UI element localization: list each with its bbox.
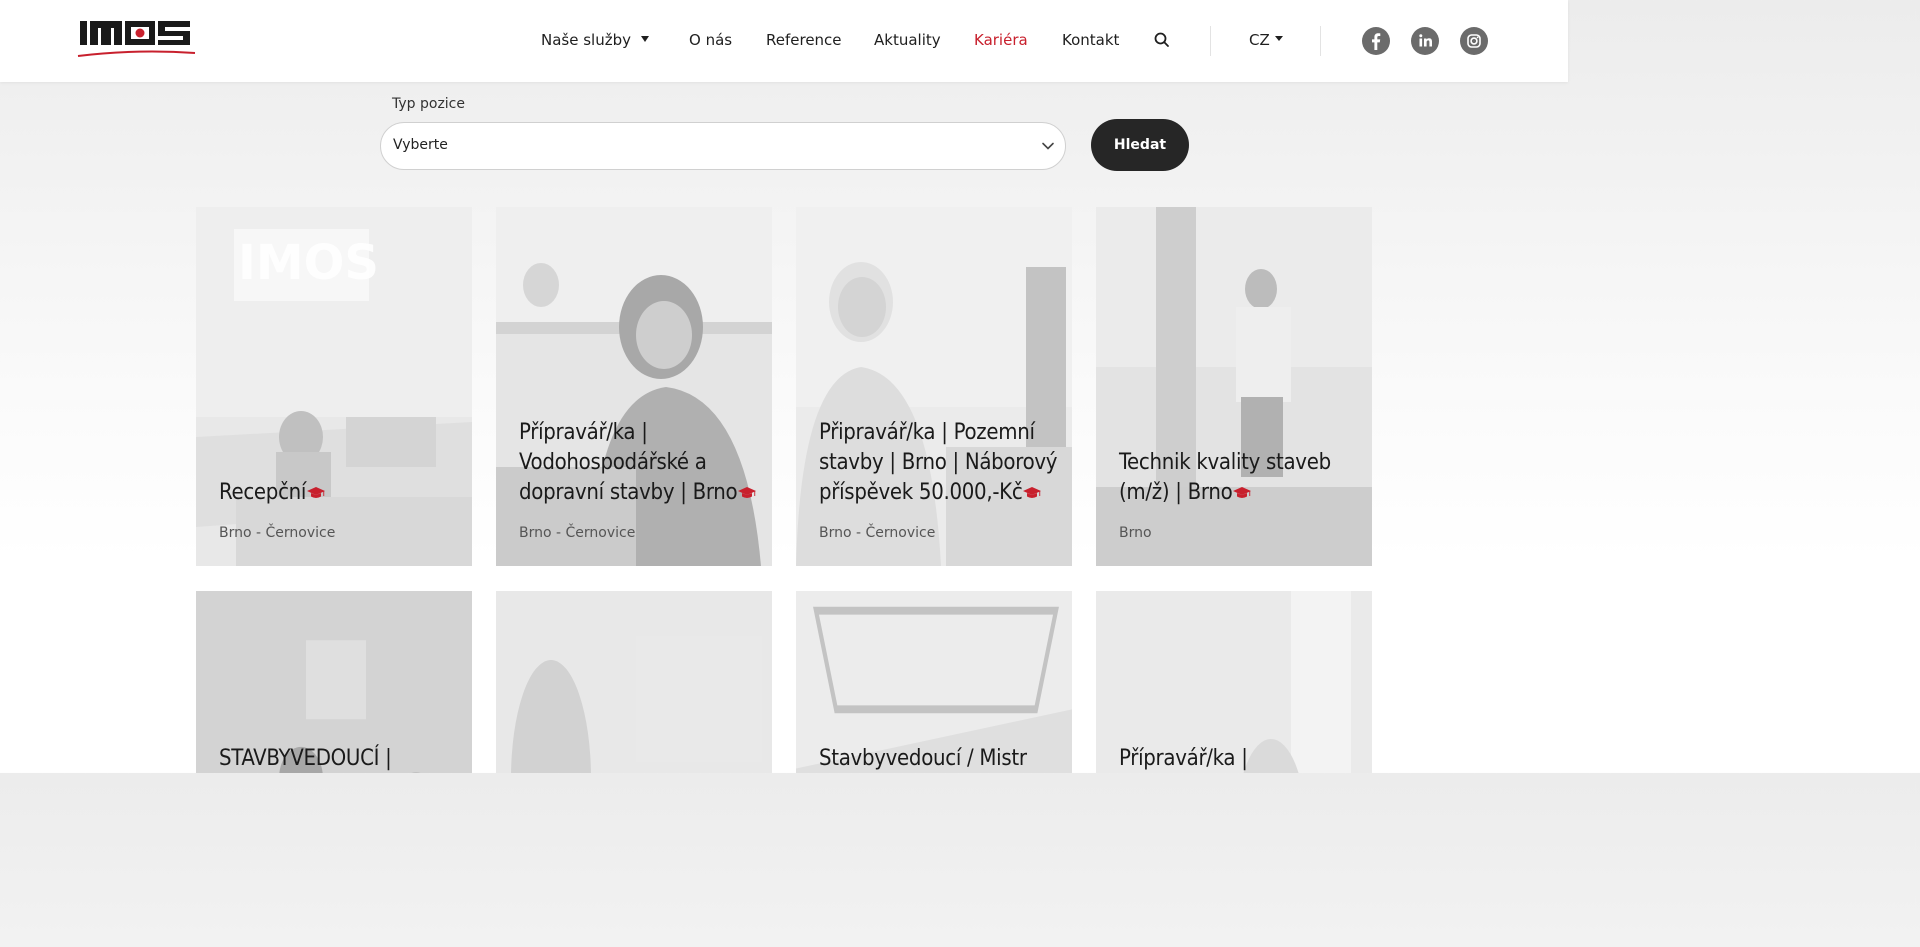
card-title-text: Technik kvality staveb (m/ž) | Brno xyxy=(1119,450,1331,505)
job-card[interactable]: STAVBYVEDOUCÍ | xyxy=(196,591,472,773)
caret-down-icon xyxy=(641,35,649,42)
card-title-text: Recepční xyxy=(219,480,307,505)
card-title: Připravář/ka | Pozemní stavby | Brno | N… xyxy=(819,418,1058,508)
facebook-icon[interactable] xyxy=(1362,27,1390,55)
caret-down-icon xyxy=(1274,36,1283,41)
site-header: Naše služby O nás Reference Aktuality Ka… xyxy=(0,0,1568,82)
select-value: Vyberte xyxy=(393,137,448,153)
nav-item-services[interactable]: Naše služby xyxy=(541,31,649,49)
nav-item-about[interactable]: O nás xyxy=(689,31,732,49)
card-title: Přípravář/ka | xyxy=(1119,746,1248,771)
card-overlay xyxy=(1096,207,1372,566)
card-location: Brno - Černovice xyxy=(819,525,936,541)
language-switcher[interactable]: CZ xyxy=(1249,31,1283,49)
card-title-text: Připravář/ka | Pozemní stavby | Brno | N… xyxy=(819,420,1058,505)
position-type-select[interactable]: Vyberte xyxy=(380,122,1066,170)
nav-item-news[interactable]: Aktuality xyxy=(874,31,941,49)
job-card[interactable]: Přípravář/ka | xyxy=(1096,591,1372,773)
job-card[interactable]: Stavbyvedoucí / Mistr xyxy=(796,591,1072,773)
nav-item-label: Naše služby xyxy=(541,31,631,49)
header-divider xyxy=(1320,26,1321,56)
position-type-label: Typ pozice xyxy=(392,96,465,112)
header-divider xyxy=(1210,26,1211,56)
job-card[interactable]: Přípravář/ka | Vodohospodářské a dopravn… xyxy=(496,207,772,566)
graduation-cap-icon xyxy=(1233,487,1252,498)
card-title: Recepční xyxy=(219,478,458,508)
job-card[interactable] xyxy=(496,591,772,773)
graduation-cap-icon xyxy=(1023,487,1042,498)
search-icon[interactable] xyxy=(1153,31,1171,49)
card-overlay xyxy=(196,207,472,566)
nav-item-contact[interactable]: Kontakt xyxy=(1062,31,1119,49)
graduation-cap-icon xyxy=(307,487,326,498)
card-title: Technik kvality staveb (m/ž) | Brno xyxy=(1119,448,1358,508)
job-card[interactable]: Technik kvality staveb (m/ž) | Brno Brno xyxy=(1096,207,1372,566)
card-location: Brno - Černovice xyxy=(219,525,336,541)
linkedin-icon[interactable] xyxy=(1411,27,1439,55)
job-card[interactable]: IMOS Recepční Brno - Černovice xyxy=(196,207,472,566)
card-title: Stavbyvedoucí / Mistr xyxy=(819,746,1027,771)
card-title-text: Přípravář/ka | Vodohospodářské a dopravn… xyxy=(519,420,738,505)
card-location: Brno - Černovice xyxy=(519,525,636,541)
card-title: STAVBYVEDOUCÍ | xyxy=(219,746,392,771)
graduation-cap-icon xyxy=(738,487,757,498)
card-title: Přípravář/ka | Vodohospodářské a dopravn… xyxy=(519,418,758,508)
card-overlay xyxy=(796,207,1072,566)
job-card[interactable]: Připravář/ka | Pozemní stavby | Brno | N… xyxy=(796,207,1072,566)
card-overlay xyxy=(496,591,772,773)
instagram-icon[interactable] xyxy=(1460,27,1488,55)
language-label: CZ xyxy=(1249,31,1270,49)
card-overlay xyxy=(496,207,772,566)
nav-item-references[interactable]: Reference xyxy=(766,31,842,49)
search-button[interactable]: Hledat xyxy=(1091,119,1189,171)
chevron-down-icon xyxy=(1042,142,1054,150)
imos-logo[interactable] xyxy=(76,16,198,62)
nav-item-career[interactable]: Kariéra xyxy=(974,31,1028,49)
card-location: Brno xyxy=(1119,525,1152,541)
